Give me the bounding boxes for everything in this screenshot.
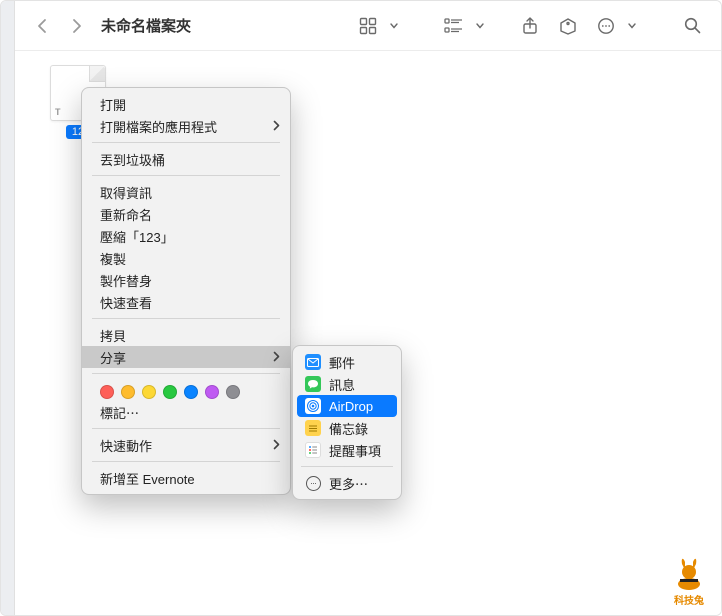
ctx-make-alias-label: 製作替身 — [100, 271, 152, 290]
ctx-quick-actions-label: 快速動作 — [100, 436, 152, 455]
share-airdrop-label: AirDrop — [329, 399, 373, 414]
menu-separator — [92, 175, 280, 176]
share-notes-label: 備忘錄 — [329, 419, 368, 438]
mail-icon — [305, 354, 321, 370]
finder-window: 未命名檔案夾 — [0, 0, 722, 616]
share-reminders[interactable]: 提醒事項 — [297, 439, 397, 461]
share-more-label: 更多⋯ — [329, 474, 368, 493]
share-toolbar-button[interactable] — [515, 12, 545, 40]
more-icon: ··· — [305, 475, 321, 491]
notes-icon — [305, 420, 321, 436]
menu-separator — [92, 461, 280, 462]
share-reminders-label: 提醒事項 — [329, 441, 381, 460]
ctx-trash-label: 丟到垃圾桶 — [100, 150, 165, 169]
ctx-copy[interactable]: 拷貝 — [82, 324, 290, 346]
chevron-right-icon — [273, 438, 280, 453]
chevron-right-icon — [273, 119, 280, 134]
ctx-rename-label: 重新命名 — [100, 205, 152, 224]
tag-yellow[interactable] — [142, 385, 156, 399]
ctx-open-with[interactable]: 打開檔案的應用程式 — [82, 115, 290, 137]
ctx-trash[interactable]: 丟到垃圾桶 — [82, 148, 290, 170]
group-by-chevron-icon[interactable] — [465, 12, 495, 40]
share-notes[interactable]: 備忘錄 — [297, 417, 397, 439]
tag-orange[interactable] — [121, 385, 135, 399]
ctx-tag-colors — [82, 379, 290, 401]
ctx-evernote-label: 新增至 Evernote — [100, 469, 195, 488]
ctx-share-label: 分享 — [100, 348, 126, 367]
ctx-get-info-label: 取得資訊 — [100, 183, 152, 202]
file-ext-label: T — [55, 107, 61, 117]
menu-separator — [92, 142, 280, 143]
search-toolbar-button[interactable] — [677, 12, 707, 40]
messages-icon — [305, 376, 321, 392]
share-submenu: 郵件 訊息 AirDrop 備忘錄 — [292, 345, 402, 500]
menu-separator — [92, 373, 280, 374]
menu-separator — [92, 428, 280, 429]
share-mail-label: 郵件 — [329, 353, 355, 372]
ctx-get-info[interactable]: 取得資訊 — [82, 181, 290, 203]
ctx-quick-look[interactable]: 快速查看 — [82, 291, 290, 313]
share-airdrop[interactable]: AirDrop — [297, 395, 397, 417]
ctx-duplicate-label: 複製 — [100, 249, 126, 268]
ctx-compress[interactable]: 壓縮「123」 — [82, 225, 290, 247]
ctx-quick-actions[interactable]: 快速動作 — [82, 434, 290, 456]
actions-chevron-icon[interactable] — [617, 12, 647, 40]
tag-red[interactable] — [100, 385, 114, 399]
airdrop-icon — [305, 398, 321, 414]
tag-gray[interactable] — [226, 385, 240, 399]
share-mail[interactable]: 郵件 — [297, 351, 397, 373]
share-messages-label: 訊息 — [329, 375, 355, 394]
back-button[interactable] — [29, 13, 55, 39]
ctx-quick-look-label: 快速查看 — [100, 293, 152, 312]
menu-separator — [301, 466, 393, 467]
ctx-add-to-evernote[interactable]: 新增至 Evernote — [82, 467, 290, 489]
watermark-text: 科技兔 — [667, 592, 711, 607]
content-area: T 12 打開 打開檔案的應用程式 丟到垃圾桶 取得資訊 重新命名 壓縮「123… — [15, 51, 721, 615]
ctx-copy-label: 拷貝 — [100, 326, 126, 345]
tag-purple[interactable] — [205, 385, 219, 399]
window-title: 未命名檔案夾 — [101, 15, 191, 36]
ctx-make-alias[interactable]: 製作替身 — [82, 269, 290, 291]
chevron-right-icon — [273, 350, 280, 365]
ctx-share[interactable]: 分享 — [82, 346, 290, 368]
watermark: 科技兔 — [667, 556, 711, 607]
view-mode-chevron-icon[interactable] — [379, 12, 409, 40]
share-messages[interactable]: 訊息 — [297, 373, 397, 395]
ctx-tags[interactable]: 標記⋯ — [82, 401, 290, 423]
menu-separator — [92, 318, 280, 319]
share-more[interactable]: ··· 更多⋯ — [297, 472, 397, 494]
rabbit-icon — [671, 556, 707, 592]
context-menu: 打開 打開檔案的應用程式 丟到垃圾桶 取得資訊 重新命名 壓縮「123」 複製 … — [81, 87, 291, 495]
tags-toolbar-button[interactable] — [553, 12, 583, 40]
ctx-open-label: 打開 — [100, 95, 126, 114]
ctx-open-with-label: 打開檔案的應用程式 — [100, 117, 217, 136]
reminders-icon — [305, 442, 321, 458]
ctx-open[interactable]: 打開 — [82, 93, 290, 115]
toolbar: 未命名檔案夾 — [15, 1, 721, 51]
ctx-rename[interactable]: 重新命名 — [82, 203, 290, 225]
ctx-compress-label: 壓縮「123」 — [100, 227, 174, 246]
tag-blue[interactable] — [184, 385, 198, 399]
window-left-strip — [1, 1, 15, 615]
ctx-tags-label: 標記⋯ — [100, 403, 139, 422]
tag-green[interactable] — [163, 385, 177, 399]
ctx-duplicate[interactable]: 複製 — [82, 247, 290, 269]
forward-button[interactable] — [63, 13, 89, 39]
